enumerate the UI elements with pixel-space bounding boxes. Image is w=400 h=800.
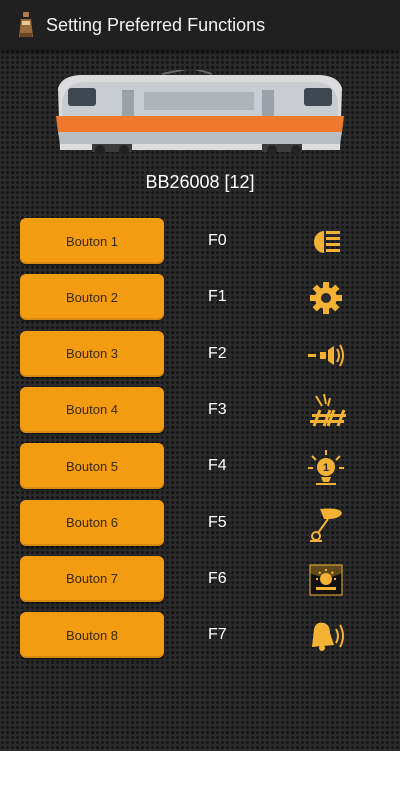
function-row: Bouton 1 F0 xyxy=(0,218,400,266)
svg-text:1: 1 xyxy=(323,462,329,474)
bouton-1-button[interactable]: Bouton 1 xyxy=(20,218,164,264)
bouton-5-button[interactable]: Bouton 5 xyxy=(20,443,164,490)
function-row: Bouton 2 F1 xyxy=(0,274,400,322)
function-row: Bouton 6 F5 xyxy=(0,499,400,548)
pantograph-rails-icon[interactable] xyxy=(306,392,346,430)
bouton-4-button[interactable]: Bouton 4 xyxy=(20,386,164,433)
gear-icon[interactable] xyxy=(306,279,346,317)
cab-light-icon[interactable] xyxy=(306,561,346,599)
function-row: Bouton 3 F2 xyxy=(0,330,400,379)
locomotive-name: BB26008 [12] xyxy=(145,172,255,192)
app-screen: Setting Preferred Functions BB26008 [12]… xyxy=(0,0,400,751)
headlight-icon[interactable] xyxy=(306,223,346,261)
function-label: F1 xyxy=(208,288,227,306)
app-bar: Setting Preferred Functions xyxy=(0,0,400,50)
function-label: F4 xyxy=(208,457,227,475)
function-label: F2 xyxy=(208,344,227,362)
bouton-3-button[interactable]: Bouton 3 xyxy=(20,330,164,377)
bouton-7-button[interactable]: Bouton 7 xyxy=(20,555,164,602)
whistle-icon[interactable] xyxy=(306,505,346,543)
function-label: F6 xyxy=(208,569,227,587)
function-label: F0 xyxy=(208,232,227,249)
bouton-2-button[interactable]: Bouton 2 xyxy=(20,274,164,321)
app-title: Setting Preferred Functions xyxy=(46,15,266,35)
function-row: Bouton 8 F7 xyxy=(0,612,400,660)
function-row: Bouton 7 F6 xyxy=(0,555,400,604)
horn-sound-icon[interactable] xyxy=(306,336,346,374)
app-logo-icon xyxy=(19,12,33,37)
function-label: F7 xyxy=(208,626,227,644)
function-row: Bouton 5 F4 1 xyxy=(0,443,400,491)
bouton-8-button[interactable]: Bouton 8 xyxy=(20,612,164,659)
light-1-icon[interactable]: 1 xyxy=(306,448,346,486)
function-row: Bouton 4 F3 xyxy=(0,386,400,435)
function-label: F5 xyxy=(208,513,227,531)
function-label: F3 xyxy=(208,400,227,418)
bouton-6-button[interactable]: Bouton 6 xyxy=(20,499,164,546)
locomotive-image xyxy=(56,70,344,155)
bell-icon[interactable] xyxy=(306,617,346,655)
